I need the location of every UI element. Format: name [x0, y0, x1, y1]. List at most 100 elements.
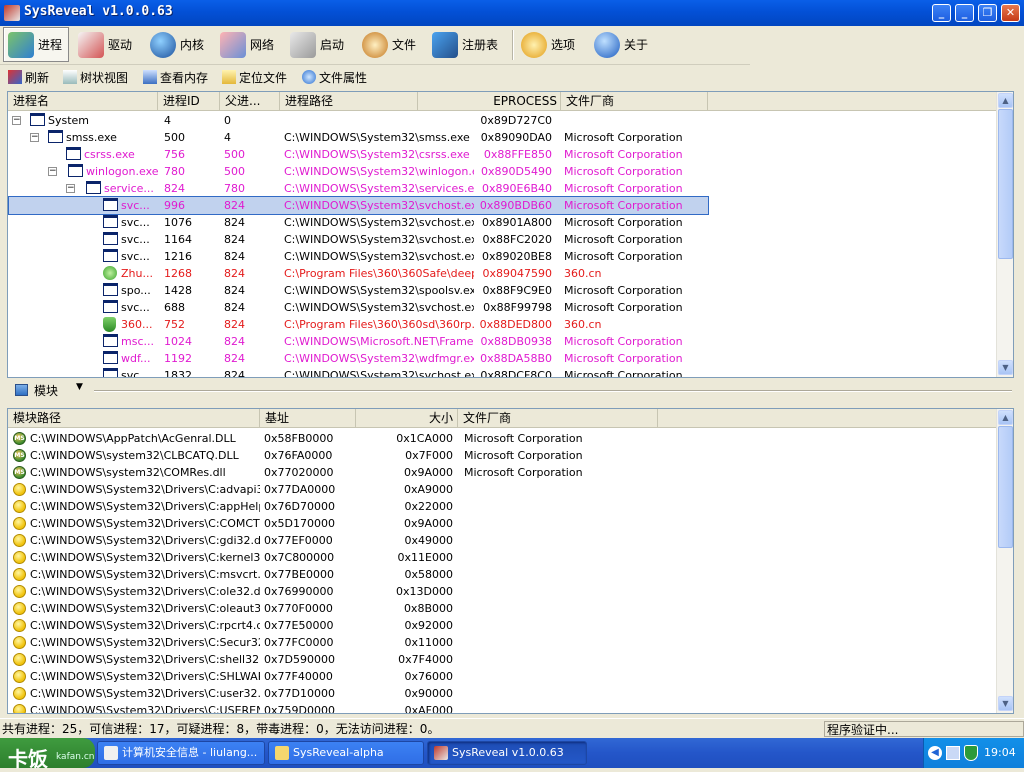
module-path: C:\WINDOWS\System32\Drivers\C:USEREN...: [30, 704, 260, 714]
toolbar-button-options[interactable]: 选项: [517, 27, 583, 62]
process-row[interactable]: − smss.exe 500 4 C:\WINDOWS\System32\smss.ex…: [8, 129, 708, 146]
module-scrollbar[interactable]: ▲ ▼: [996, 409, 1013, 713]
process-row[interactable]: Zhu... 1268 824 C:\Program Files\360\360Saf…: [8, 265, 708, 282]
module-row[interactable]: C:\WINDOWS\System32\Drivers\C:COMCTL... 0…: [8, 515, 708, 532]
minimize-button[interactable]: _: [955, 4, 974, 22]
module-icon: [13, 483, 26, 496]
toolbar-button-network[interactable]: 网络: [216, 27, 280, 62]
module-row[interactable]: MS C:\WINDOWS\system32\CLBCATQ.DLL 0x76FA0…: [8, 447, 708, 464]
network-icon[interactable]: [946, 746, 960, 760]
process-list[interactable]: 进程名 进程ID 父进... 进程路径 EPROCESS 文件厂商 − System 4 0 0x…: [7, 91, 1014, 378]
restore-button[interactable]: ❐: [978, 4, 997, 22]
process-row[interactable]: svc... 1216 824 C:\WINDOWS\System32\svchost…: [8, 248, 708, 265]
subtoolbar-button-memory[interactable]: 查看内存: [143, 68, 208, 86]
shield-icon[interactable]: [964, 745, 978, 761]
module-row[interactable]: C:\WINDOWS\System32\Drivers\C:SHLWAP... 0…: [8, 668, 708, 685]
module-row[interactable]: C:\WINDOWS\System32\Drivers\C:gdi32.dll 0…: [8, 532, 708, 549]
chevron-down-icon[interactable]: ▼: [76, 382, 83, 392]
module-row[interactable]: C:\WINDOWS\System32\Drivers\C:oleaut32..…: [8, 600, 708, 617]
toolbar-button-kernel[interactable]: 内核: [146, 27, 210, 62]
toolbar-button-file[interactable]: 文件: [358, 27, 422, 62]
tree-collapse-icon[interactable]: −: [12, 116, 21, 125]
network-icon: [220, 31, 246, 58]
module-row[interactable]: C:\WINDOWS\System32\Drivers\C:USEREN... 0…: [8, 702, 708, 714]
scroll-thumb[interactable]: [998, 109, 1013, 259]
process-column-header[interactable]: 进程名: [8, 92, 158, 110]
module-row[interactable]: C:\WINDOWS\System32\Drivers\C:user32.dll…: [8, 685, 708, 702]
scroll-thumb[interactable]: [998, 426, 1013, 548]
task-button-security-info[interactable]: 计算机安全信息 - liulang...: [97, 741, 265, 765]
subtoolbar-button-folder[interactable]: 定位文件: [222, 68, 287, 86]
window-icon: [103, 283, 118, 296]
process-column-header[interactable]: EPROCESS: [418, 92, 561, 110]
clock: 19:04: [984, 746, 1016, 759]
process-row[interactable]: svc... 1076 824 C:\WINDOWS\System32\svchost…: [8, 214, 708, 231]
module-vendor: Microsoft Corporation: [464, 432, 583, 445]
module-label[interactable]: 模块: [34, 382, 58, 399]
process-row[interactable]: − service... 824 780 C:\WINDOWS\System32\ser…: [8, 180, 708, 197]
process-column-header[interactable]: 父进...: [220, 92, 280, 110]
360-icon: [103, 266, 117, 280]
module-row[interactable]: MS C:\WINDOWS\system32\COMRes.dll 0x770200…: [8, 464, 708, 481]
minimize-tray-button[interactable]: _: [932, 4, 951, 22]
process-row[interactable]: svc... 1164 824 C:\WINDOWS\System32\svchost…: [8, 231, 708, 248]
process-row[interactable]: csrss.exe 756 500 C:\WINDOWS\System32\csrss…: [8, 146, 708, 163]
process-path: C:\WINDOWS\System32\wdfmgr.exe: [284, 352, 474, 365]
tray-expand-icon[interactable]: ◀: [928, 746, 942, 760]
module-vendor: Microsoft Corporation: [464, 466, 583, 479]
toolbar-button-driver[interactable]: 驱动: [74, 27, 140, 62]
module-list[interactable]: 模块路径 基址 大小 文件厂商 MS C:\WINDOWS\AppPatch\AcGen…: [7, 408, 1014, 714]
tree-collapse-icon[interactable]: −: [30, 133, 39, 142]
toolbar-button-registry[interactable]: 注册表: [428, 27, 506, 62]
subtoolbar-button-info[interactable]: 文件属性: [302, 68, 367, 86]
module-column-header[interactable]: 基址: [260, 409, 356, 427]
tree-collapse-icon[interactable]: −: [48, 167, 57, 176]
task-button-sysreveal[interactable]: SysReveal v1.0.0.63: [427, 741, 587, 765]
module-row[interactable]: C:\WINDOWS\System32\Drivers\C:advapi3...…: [8, 481, 708, 498]
module-size: 0x90000: [404, 687, 453, 700]
start-button[interactable]: 卡饭 kafan.cn: [0, 738, 95, 771]
module-row[interactable]: C:\WINDOWS\System32\Drivers\C:rpcrt4.dll…: [8, 617, 708, 634]
process-row[interactable]: 360... 752 824 C:\Program Files\360\360sd\3…: [8, 316, 708, 333]
scroll-down-icon[interactable]: ▼: [998, 360, 1013, 375]
window-icon: [66, 147, 81, 160]
process-row[interactable]: spo... 1428 824 C:\WINDOWS\System32\spoolsv…: [8, 282, 708, 299]
module-column-header[interactable]: 模块路径: [8, 409, 260, 427]
module-column-header[interactable]: 大小: [356, 409, 458, 427]
process-row[interactable]: msc... 1024 824 C:\WINDOWS\Microsoft.NET\Fr…: [8, 333, 708, 350]
module-row[interactable]: C:\WINDOWS\System32\Drivers\C:ole32.dll 0…: [8, 583, 708, 600]
process-scrollbar[interactable]: ▲ ▼: [996, 92, 1013, 377]
process-column-header[interactable]: 进程ID: [158, 92, 220, 110]
module-row[interactable]: MS C:\WINDOWS\AppPatch\AcGenral.DLL 0x58FB…: [8, 430, 708, 447]
process-row[interactable]: svc... 1832 824 C:\WINDOWS\System32\svchost…: [8, 367, 708, 377]
tree-collapse-icon[interactable]: −: [66, 184, 75, 193]
module-column-header[interactable]: 文件厂商: [458, 409, 658, 427]
scroll-up-icon[interactable]: ▲: [998, 93, 1013, 108]
module-row[interactable]: C:\WINDOWS\System32\Drivers\C:msvcrt.dll…: [8, 566, 708, 583]
process-row[interactable]: wdf... 1192 824 C:\WINDOWS\System32\wdfmgr.…: [8, 350, 708, 367]
module-row[interactable]: C:\WINDOWS\System32\Drivers\C:Secur32.dl…: [8, 634, 708, 651]
toolbar-button-about[interactable]: 关于: [590, 27, 656, 62]
process-column-header[interactable]: 文件厂商: [561, 92, 708, 110]
process-row[interactable]: svc... 996 824 C:\WINDOWS\System32\svchost.…: [8, 196, 709, 215]
scroll-up-icon[interactable]: ▲: [998, 410, 1013, 425]
subtoolbar-button-tree-view[interactable]: 树状视图: [63, 68, 128, 86]
process-column-header[interactable]: 进程路径: [280, 92, 418, 110]
module-row[interactable]: C:\WINDOWS\System32\Drivers\C:shell32.dl…: [8, 651, 708, 668]
close-button[interactable]: ✕: [1001, 4, 1020, 22]
module-row[interactable]: C:\WINDOWS\System32\Drivers\C:appHelp.dl…: [8, 498, 708, 515]
task-button-sysreveal-alpha[interactable]: SysReveal-alpha: [268, 741, 424, 765]
toolbar-button-process[interactable]: 进程: [3, 27, 69, 62]
toolbar-button-startup[interactable]: 启动: [286, 27, 352, 62]
module-bar: 模块 ▼: [0, 380, 1024, 402]
process-row[interactable]: − winlogon.exe 780 500 C:\WINDOWS\System32\w…: [8, 163, 708, 180]
module-row[interactable]: C:\WINDOWS\System32\Drivers\C:kernel32.d…: [8, 549, 708, 566]
subtoolbar-button-refresh[interactable]: 刷新: [8, 68, 49, 86]
process-row[interactable]: − System 4 0 0x89D727C0: [8, 112, 708, 129]
scroll-down-icon[interactable]: ▼: [998, 696, 1013, 711]
module-vendor: [464, 702, 664, 713]
process-ppid: 824: [224, 199, 245, 212]
process-row[interactable]: svc... 688 824 C:\WINDOWS\System32\svchost.…: [8, 299, 708, 316]
refresh-icon: [8, 70, 22, 84]
process-pid: 752: [164, 318, 185, 331]
